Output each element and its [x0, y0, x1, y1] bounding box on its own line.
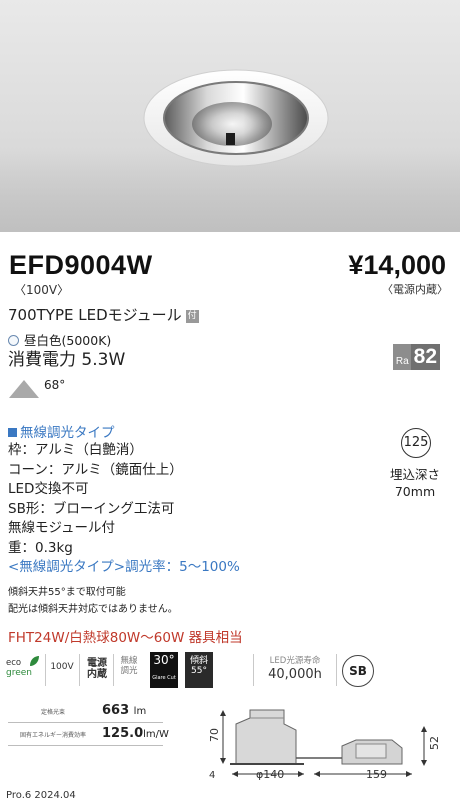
square-bullet-icon: [8, 428, 17, 437]
module-line: 700TYPE LEDモジュール付: [8, 304, 199, 325]
performance-table: 定格光束 663 lm 固有エネルギー消費効率 125.0lm/W: [8, 700, 169, 746]
power-builtin-line2: 内蔵: [87, 669, 107, 680]
slope-ceiling-icon: 傾斜 55°: [185, 652, 213, 688]
price-note: 〈電源内蔵〉: [382, 283, 448, 296]
dimension-drawing: 70 4 52 φ140 159: [208, 709, 441, 781]
model-number: EFD9004W: [9, 250, 153, 280]
divider: [45, 654, 46, 686]
embed-depth-value: 70mm: [394, 484, 436, 499]
luminous-flux-value: 663: [102, 703, 130, 718]
glare-angle: 30°: [153, 653, 175, 667]
dimming-range: <無線調光タイプ>調光率：5～100%: [8, 559, 240, 575]
life-value: 40,000h: [268, 667, 322, 682]
power-builtin-line1: 電源: [87, 658, 107, 669]
divider: [336, 654, 337, 686]
ra-value: 82: [410, 344, 440, 370]
slope-line1: 傾斜: [189, 656, 208, 666]
ra-badge: Ra 82: [392, 344, 440, 370]
height-dim: 70: [208, 728, 221, 742]
spec-line: コーン：アルミ（鏡面仕上）: [8, 461, 183, 478]
power-consumption: 消費電力 5.3W: [8, 350, 126, 370]
equivalent-lamp: FHT24W/白熱球80W～60W 器具相当: [8, 630, 243, 646]
divider: [79, 654, 80, 686]
diameter-dim: φ140: [256, 768, 284, 781]
wireless-type-text: 無線調光タイプ: [20, 425, 115, 441]
note-line: 配光は傾斜天井対応ではありません。: [8, 604, 178, 615]
voltage-label: 〈100V〉: [14, 283, 70, 297]
product-photo: [0, 0, 460, 232]
row-value: 663 lm: [102, 703, 146, 718]
spec-list: 枠：アルミ（白艶消） コーン：アルミ（鏡面仕上） LED交換不可 SB形：ブロー…: [8, 441, 240, 578]
row-label: 定格光束: [40, 709, 65, 716]
spec-line: 無線モジュール付: [8, 520, 116, 536]
wireless-line1: 無線: [120, 656, 138, 666]
glare-cut-icon: 30° Glare Cut: [150, 652, 178, 688]
embed-depth: 埋込深さ 70mm: [385, 466, 445, 500]
footer-revision: Pro.6 2024.04: [6, 790, 76, 801]
base-dim: 4: [209, 770, 215, 781]
note-line: 傾斜天井55°まで取付可能: [8, 587, 126, 598]
feature-icons: eco green 100V 電源 内蔵 無線 調光 30° Glare Cut…: [6, 652, 446, 688]
spec-line: SB形：ブローイング工法可: [8, 500, 175, 517]
row-value: 125.0lm/W: [102, 726, 169, 741]
efficiency-unit: lm/W: [143, 729, 169, 740]
green-text: green: [6, 668, 32, 678]
price: ¥14,000: [348, 250, 446, 280]
beam-angle-value: 68°: [44, 378, 66, 392]
efficiency-value: 125.0: [102, 726, 144, 741]
glare-label: Glare Cut: [152, 675, 176, 681]
embed-depth-label: 埋込深さ: [389, 467, 440, 482]
slope-line2: 55°: [191, 666, 207, 676]
divider: [113, 654, 114, 686]
cutout-size-badge: 125: [401, 428, 431, 458]
voltage-icon: 100V: [50, 662, 74, 672]
spec-line: LED交換不可: [8, 481, 89, 497]
ra-label: Ra: [392, 344, 411, 370]
led-life-icon: LED光源寿命 40,000h: [260, 652, 330, 688]
table-row: 定格光束 663 lm: [8, 700, 163, 723]
spec-line: 枠：アルミ（白艶消）: [8, 442, 143, 458]
downlight-illustration: [143, 69, 329, 167]
wireless-dimming-icon: 無線 調光: [116, 652, 142, 688]
sb-mark-icon: SB: [342, 655, 374, 687]
power-builtin-icon: 電源 内蔵: [84, 652, 110, 688]
beam-angle-icon: [9, 380, 39, 398]
box-height-dim: 52: [428, 736, 441, 750]
wireless-type-heading: 無線調光タイプ: [8, 421, 115, 441]
luminous-flux-unit: lm: [133, 706, 147, 717]
module-text: 700TYPE LEDモジュール: [8, 306, 182, 324]
life-label: LED光源寿命: [269, 656, 321, 666]
divider: [253, 654, 254, 686]
install-notes: 傾斜天井55°まで取付可能 配光は傾斜天井対応ではありません。: [8, 584, 178, 618]
wireless-line2: 調光: [120, 666, 138, 676]
width-dim: 159: [366, 768, 387, 781]
row-label: 固有エネルギー消費効率: [19, 732, 86, 739]
leaf-icon: [30, 656, 39, 666]
table-row: 固有エネルギー消費効率 125.0lm/W: [8, 723, 169, 746]
spec-line: 重：0.3kg: [8, 539, 73, 556]
included-badge: 付: [185, 310, 199, 323]
